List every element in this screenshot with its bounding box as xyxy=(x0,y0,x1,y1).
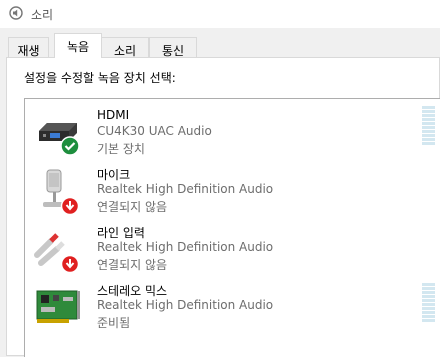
device-list[interactable]: HDMI CU4K30 UAC Audio 기본 장치 마이크 Realtek … xyxy=(24,98,440,357)
red-down-arrow-icon xyxy=(60,254,80,274)
level-meter xyxy=(422,283,435,323)
device-name: 마이크 xyxy=(97,168,131,182)
speaker-icon xyxy=(9,6,23,20)
tab-label: 소리 xyxy=(113,44,137,58)
window-title: 소리 xyxy=(31,8,54,22)
device-item-line-in[interactable]: 라인 입력 Realtek High Definition Audio 연결되지… xyxy=(25,225,440,283)
green-check-icon xyxy=(60,136,80,156)
device-description: Realtek High Definition Audio xyxy=(97,298,274,312)
device-item-microphone[interactable]: 마이크 Realtek High Definition Audio 연결되지 않… xyxy=(25,167,440,225)
instruction-text: 설정을 수정할 녹음 장치 선택: xyxy=(24,71,176,85)
device-description: Realtek High Definition Audio xyxy=(97,182,274,196)
tab-label: 통신 xyxy=(161,44,185,58)
device-name: 스테레오 믹스 xyxy=(97,284,168,298)
tab-communications[interactable]: 통신 xyxy=(149,37,197,59)
capture-device-icon xyxy=(39,123,80,156)
rca-cable-icon xyxy=(34,233,80,274)
tab-sounds[interactable]: 소리 xyxy=(101,37,149,59)
title-bar: 소리 xyxy=(0,0,440,28)
device-status: 연결되지 않음 xyxy=(97,200,168,214)
device-status: 기본 장치 xyxy=(97,142,145,156)
level-meter xyxy=(422,106,435,146)
device-name: 라인 입력 xyxy=(97,226,145,240)
device-item-hdmi[interactable]: HDMI CU4K30 UAC Audio 기본 장치 xyxy=(25,108,440,167)
device-name: HDMI xyxy=(97,108,130,122)
device-status: 연결되지 않음 xyxy=(97,258,168,272)
device-item-stereo-mix[interactable]: 스테레오 믹스 Realtek High Definition Audio 준비… xyxy=(25,283,440,341)
microphone-icon xyxy=(43,169,80,216)
tab-label: 녹음 xyxy=(66,40,90,54)
sound-card-icon xyxy=(36,290,80,323)
device-description: CU4K30 UAC Audio xyxy=(97,124,212,138)
device-status: 준비됨 xyxy=(97,316,131,330)
tab-label: 재생 xyxy=(17,44,40,58)
tab-recording[interactable]: 녹음 xyxy=(54,33,102,58)
recording-panel: 설정을 수정할 녹음 장치 선택: HDMI CU4K30 UAC Audio … xyxy=(6,57,440,357)
device-description: Realtek High Definition Audio xyxy=(97,240,274,254)
tab-playback[interactable]: 재생 xyxy=(8,37,49,59)
red-down-arrow-icon xyxy=(60,196,80,216)
